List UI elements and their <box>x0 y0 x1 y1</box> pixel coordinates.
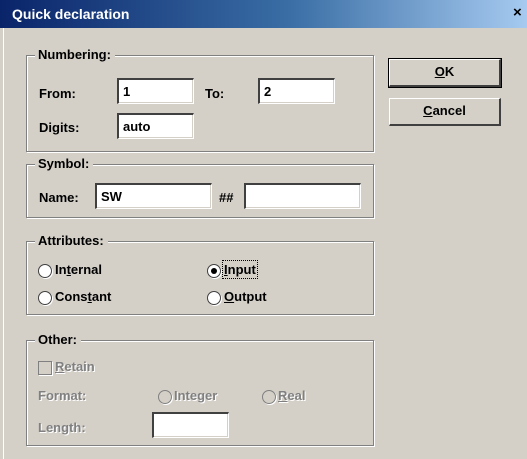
length-label: Length: <box>38 420 86 435</box>
retain-label: Retain <box>55 359 95 374</box>
from-label: From: <box>39 86 76 101</box>
from-input[interactable] <box>117 78 194 104</box>
constant-radio[interactable] <box>38 291 52 305</box>
attributes-legend: Attributes: <box>35 233 108 248</box>
length-input[interactable] <box>152 412 229 438</box>
integer-radio[interactable] <box>158 390 172 404</box>
numbering-legend: Numbering: <box>35 47 115 62</box>
window-left-edge <box>0 28 4 459</box>
digits-input[interactable] <box>117 113 194 139</box>
window-title: Quick declaration <box>12 6 130 22</box>
output-label[interactable]: Output <box>224 289 267 304</box>
other-legend: Other: <box>35 332 81 347</box>
cancel-button[interactable]: Cancel <box>389 98 501 126</box>
input-label[interactable]: Input <box>222 260 258 279</box>
digits-label: Digits: <box>39 120 80 135</box>
close-icon[interactable]: × <box>513 0 527 28</box>
internal-label[interactable]: Internal <box>55 262 102 277</box>
output-radio[interactable] <box>207 291 221 305</box>
integer-label: Integer <box>174 388 218 403</box>
real-radio[interactable] <box>262 390 276 404</box>
hash-label: ## <box>219 190 234 205</box>
symbol-legend: Symbol: <box>35 156 94 171</box>
name-input[interactable] <box>95 183 212 209</box>
input-radio[interactable] <box>207 264 221 278</box>
internal-radio[interactable] <box>38 264 52 278</box>
real-label: Real <box>278 388 306 403</box>
hash-input[interactable] <box>244 183 361 209</box>
radio-selected-dot <box>211 268 217 274</box>
retain-checkbox[interactable] <box>38 361 52 375</box>
title-bar: Quick declaration × <box>0 0 527 28</box>
to-input[interactable] <box>258 78 335 104</box>
to-label: To: <box>205 86 225 101</box>
format-label: Format: <box>38 388 87 403</box>
constant-label[interactable]: Constant <box>55 289 111 304</box>
name-label: Name: <box>39 190 79 205</box>
ok-button[interactable]: OK <box>388 58 502 88</box>
